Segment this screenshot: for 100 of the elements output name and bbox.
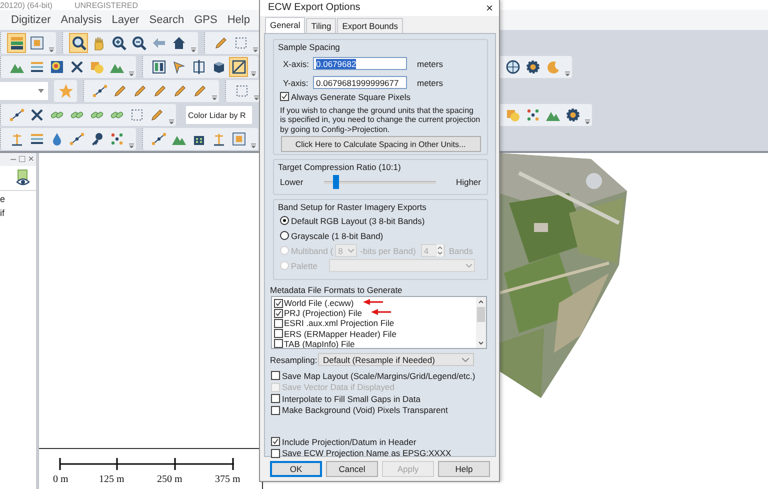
layer-name[interactable]: if xyxy=(0,207,20,219)
unit-label: meters xyxy=(417,78,443,88)
chevron-icon xyxy=(253,47,258,52)
split-icon xyxy=(190,59,206,75)
toolbar-button[interactable] xyxy=(229,57,248,77)
field-label: X-axis: xyxy=(282,58,310,68)
dot-grid-icon xyxy=(108,131,124,147)
menu-item[interactable]: GPS xyxy=(194,14,218,26)
checkbox[interactable] xyxy=(274,318,283,328)
scale-label: 0 m xyxy=(53,474,70,485)
radio-button[interactable] xyxy=(280,231,289,240)
input-field[interactable]: 0.0679681999999677 xyxy=(313,76,407,89)
checkbox-label: Include Projection/Datum in Header xyxy=(282,436,416,447)
dialog-button[interactable]: OK xyxy=(270,461,322,477)
chevron-icon xyxy=(169,119,174,124)
radio-label: Default RGB Layout (3 8-bit Bands) xyxy=(291,216,425,226)
app-title: 20120) (64-bit) xyxy=(0,0,52,10)
checkbox[interactable] xyxy=(271,394,280,404)
menu-item[interactable]: Help xyxy=(227,14,250,26)
window-control[interactable]: – xyxy=(10,153,16,166)
menu-item[interactable]: Search xyxy=(149,14,184,26)
cross-icon xyxy=(68,59,84,75)
slider-label: Higher xyxy=(456,177,481,187)
dotted-square-icon xyxy=(232,35,248,51)
dotted-line-icon xyxy=(68,131,84,147)
cross-icon xyxy=(28,107,44,123)
close-button[interactable]: × xyxy=(486,2,493,14)
window-icon xyxy=(28,35,44,51)
menu-item[interactable]: Layer xyxy=(112,14,140,26)
checkbox-label: PRJ (Projection) File xyxy=(284,308,362,318)
dropdown[interactable]: Default (Resample if Needed) xyxy=(318,353,474,366)
group-title: Target Compression Ratio (10:1) xyxy=(278,162,402,173)
window-control[interactable]: × xyxy=(28,153,34,166)
house-icon xyxy=(170,35,186,51)
gear-icon xyxy=(564,107,580,123)
heatmap-icon xyxy=(48,59,64,75)
checkbox-label: ERS (ERMapper Header) File xyxy=(284,328,396,339)
registration-status: UNREGISTERED xyxy=(74,0,138,10)
field-label: Y-axis: xyxy=(282,78,310,88)
dotted-line-icon xyxy=(150,131,166,147)
help-text: If you wish to change the ground units that the spacing is specified in, you need to change the current projection by going to Config->Projection. xyxy=(280,106,481,134)
pencil-icon xyxy=(152,83,168,99)
slider-label: Lower xyxy=(280,177,304,187)
radio-label: Grayscale (1 8-bit Band) xyxy=(291,230,384,240)
checkbox[interactable] xyxy=(280,92,289,102)
scale-label: 250 m xyxy=(157,474,184,485)
spin-arrows-icon xyxy=(436,244,444,257)
checkbox[interactable] xyxy=(271,406,280,415)
dropdown[interactable]: Color Lidar by R xyxy=(186,106,252,124)
window-icon xyxy=(230,131,246,147)
menu-item[interactable]: Digitizer xyxy=(11,14,51,26)
pencil-icon xyxy=(148,107,164,123)
checkbox[interactable] xyxy=(274,298,283,308)
chevron-icon xyxy=(49,47,54,52)
layer-name[interactable]: e xyxy=(0,193,20,205)
cursor-icon xyxy=(170,59,186,75)
chevron-icon xyxy=(212,95,217,100)
dotted-line-icon xyxy=(92,83,108,99)
tab[interactable]: Tiling xyxy=(306,18,336,33)
pencil-icon xyxy=(172,83,188,99)
checkbox[interactable] xyxy=(274,308,283,318)
crescent-icon xyxy=(544,59,560,75)
checkbox-label: ESRI .aux.xml Projection File xyxy=(284,318,394,328)
strata-icon xyxy=(28,59,44,75)
radio-button[interactable] xyxy=(280,216,289,225)
radio-label: Palette xyxy=(291,260,318,270)
toolbar-button[interactable] xyxy=(7,33,26,53)
dropdown-label: -bits per Band) xyxy=(360,246,416,256)
slashed-square-icon xyxy=(230,59,246,75)
globe-icon xyxy=(504,59,520,75)
dialog-button[interactable]: Cancel xyxy=(326,461,378,477)
checkbox-label: Save Map Layout (Scale/Margins/Grid/Legend/etc.) xyxy=(282,370,476,381)
pencil-icon xyxy=(112,83,128,99)
chevron-icon xyxy=(191,47,196,52)
radio-label: Multiband ( xyxy=(291,246,334,256)
menu-item[interactable]: Analysis xyxy=(60,14,102,26)
gear-icon xyxy=(524,59,540,75)
checkbox[interactable] xyxy=(274,339,283,348)
calculate-button[interactable]: Click Here to Calculate Spacing in Other Units... xyxy=(280,136,480,152)
pencil-icon xyxy=(192,83,208,99)
tab[interactable]: General xyxy=(265,17,306,33)
slider-thumb[interactable] xyxy=(332,175,339,189)
input-field[interactable]: 0.0679682 xyxy=(313,57,407,70)
shapes-icon xyxy=(504,107,520,123)
window-control[interactable]: □ xyxy=(19,153,26,166)
checkbox[interactable] xyxy=(271,448,280,458)
checkbox[interactable] xyxy=(271,437,280,446)
section-title: Metadata File Formats to Generate xyxy=(270,285,404,295)
dialog-button[interactable]: Help xyxy=(438,461,490,477)
field-label: Resampling: xyxy=(270,354,318,364)
zoom-out-icon xyxy=(130,35,146,51)
chevron-icon xyxy=(254,95,259,100)
dot-grid-icon xyxy=(524,107,540,123)
group-title: Band Setup for Raster Imagery Exports xyxy=(278,202,428,213)
strata-icon xyxy=(28,131,44,147)
tab[interactable]: Export Bounds xyxy=(337,18,404,33)
zoom-in-icon xyxy=(110,35,126,51)
checkbox[interactable] xyxy=(271,371,280,380)
checkbox[interactable] xyxy=(274,329,283,338)
toolbar-button[interactable] xyxy=(69,33,88,53)
